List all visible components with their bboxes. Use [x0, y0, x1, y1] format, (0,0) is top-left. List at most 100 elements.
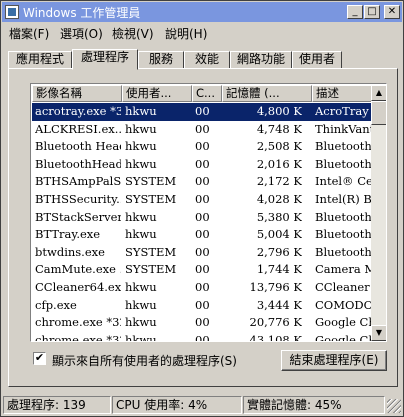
app-icon	[5, 5, 19, 19]
column-user[interactable]: 使用者...	[122, 85, 192, 102]
process-row[interactable]: BTTray.exe hkwu 00 5,004 K Bluetooth ...	[32, 226, 371, 244]
process-cpu: 00	[195, 315, 210, 330]
tab-applications[interactable]: 應用程式	[8, 51, 72, 69]
process-list[interactable]: 影像名稱 使用者... C... 記憶體 (... 描述 acrotray.ex…	[30, 83, 387, 342]
process-memory: 2,172 K	[256, 174, 302, 189]
process-name: Bluetooth Head...	[35, 139, 121, 154]
process-user: hkwu	[125, 227, 157, 242]
show-all-users-label[interactable]: 顯示來自所有使用者的處理程序(S)	[52, 352, 237, 369]
menu-view[interactable]: 檢視(V)	[112, 25, 154, 42]
menu-help[interactable]: 說明(H)	[165, 25, 207, 42]
process-user: hkwu	[125, 332, 157, 342]
process-row[interactable]: chrome.exe *32 hkwu 00 20,776 K Google Ch...	[32, 314, 371, 332]
process-cpu: 00	[195, 227, 210, 242]
tab-performance[interactable]: 效能	[184, 51, 230, 69]
menu-bar: 檔案(F) 選項(O) 檢視(V) 說明(H)	[2, 23, 402, 41]
process-row[interactable]: cfp.exe hkwu 00 3,444 K COMODO ...	[32, 297, 371, 315]
window-title: Windows 工作管理員	[23, 6, 141, 20]
title-bar[interactable]: Windows 工作管理員 _ □ ✕	[2, 2, 402, 22]
maximize-button[interactable]: □	[364, 5, 380, 19]
process-name: acrotray.exe *32	[35, 104, 121, 118]
column-description[interactable]: 描述	[312, 85, 372, 102]
process-cpu: 00	[195, 332, 210, 342]
process-cpu: 00	[195, 209, 210, 224]
process-row[interactable]: BTHSAmpPalS... SYSTEM 00 2,172 K Intel® Cen.…	[32, 173, 371, 191]
process-user: SYSTEM	[125, 174, 177, 189]
process-cpu: 00	[195, 156, 210, 171]
tab-users[interactable]: 使用者	[292, 51, 342, 69]
process-row[interactable]: BluetoothHead... hkwu 00 2,016 K Bluetooth .…	[32, 156, 371, 174]
process-name: BTStackServer....	[35, 209, 121, 224]
tab-networking[interactable]: 網路功能	[230, 51, 292, 69]
process-cpu: 00	[195, 297, 210, 312]
scroll-down-button[interactable]: ▼	[371, 325, 386, 341]
process-description: AcroTray	[315, 104, 369, 118]
process-description: Camera M...	[315, 262, 371, 277]
process-name: BTTray.exe	[35, 227, 101, 242]
process-user: hkwu	[125, 297, 157, 312]
end-process-button[interactable]: 結束處理程序(E)	[281, 350, 387, 371]
column-image-name[interactable]: 影像名稱	[32, 85, 122, 102]
process-row[interactable]: ALCKRESI.ex... hkwu 00 4,748 K ThinkVant...	[32, 121, 371, 139]
process-row[interactable]: BTHSSecurity... SYSTEM 00 4,028 K Intel(R) B…	[32, 191, 371, 209]
process-name: ALCKRESI.ex...	[35, 121, 121, 136]
process-name: chrome.exe *32	[35, 315, 121, 330]
process-description: Bluetooth ...	[315, 227, 371, 242]
process-memory: 5,004 K	[256, 227, 302, 242]
process-memory: 2,508 K	[256, 139, 302, 154]
column-cpu[interactable]: C...	[192, 85, 222, 102]
process-user: hkwu	[125, 156, 157, 171]
resize-grip[interactable]	[387, 399, 401, 413]
vertical-scrollbar[interactable]: ▲ ▼	[371, 85, 386, 341]
process-name: CCleaner64.exe	[35, 280, 121, 294]
process-description: Intel(R) Bl...	[315, 192, 371, 206]
column-memory[interactable]: 記憶體 (...	[222, 85, 312, 102]
scroll-thumb[interactable]	[371, 101, 386, 125]
process-user: hkwu	[125, 280, 157, 294]
process-user: hkwu	[125, 139, 157, 154]
process-user: hkwu	[125, 104, 157, 118]
process-description: ThinkVant...	[315, 121, 371, 136]
close-button[interactable]: ✕	[384, 5, 400, 19]
process-row[interactable]: Bluetooth Head... hkwu 00 2,508 K Bluetooth …	[32, 138, 371, 156]
process-cpu: 00	[195, 280, 210, 294]
process-memory: 4,800 K	[256, 104, 302, 118]
process-cpu: 00	[195, 104, 210, 118]
tab-strip: 應用程式 處理程序 服務 效能 網路功能 使用者	[8, 49, 398, 70]
process-memory: 1,744 K	[256, 262, 302, 277]
process-user: hkwu	[125, 315, 157, 330]
process-name: BluetoothHead...	[35, 156, 121, 171]
status-process-count: 處理程序: 139	[3, 396, 111, 414]
process-description: Google Ch...	[315, 315, 371, 330]
process-cpu: 00	[195, 262, 210, 277]
tab-services[interactable]: 服務	[138, 51, 184, 69]
process-row[interactable]: btwdins.exe SYSTEM 00 2,796 K Bluetooth ...	[32, 244, 371, 262]
minimize-button[interactable]: _	[347, 5, 363, 19]
tab-processes[interactable]: 處理程序	[72, 49, 138, 70]
task-manager-window: Windows 工作管理員 _ □ ✕ 檔案(F) 選項(O) 檢視(V) 說明…	[0, 0, 404, 417]
process-description: Google Ch...	[315, 332, 371, 342]
process-row[interactable]: chrome.exe *32 hkwu 00 43,108 K Google Ch...	[32, 332, 371, 342]
process-name: btwdins.exe	[35, 244, 105, 259]
show-all-users-checkbox[interactable]: ✔	[33, 352, 46, 365]
menu-options[interactable]: 選項(O)	[60, 25, 103, 42]
menu-file[interactable]: 檔案(F)	[9, 25, 49, 42]
process-cpu: 00	[195, 139, 210, 154]
process-row[interactable]: acrotray.exe *32 hkwu 00 4,800 K AcroTray	[32, 103, 371, 121]
process-row[interactable]: BTStackServer.... hkwu 00 5,380 K Bluetooth …	[32, 209, 371, 227]
process-description: Intel® Cen...	[315, 174, 371, 189]
process-description: Bluetooth ...	[315, 156, 371, 171]
process-row[interactable]: CCleaner64.exe hkwu 00 13,796 K CCleaner	[32, 279, 371, 297]
process-cpu: 00	[195, 192, 210, 206]
process-name: BTHSSecurity...	[35, 192, 121, 206]
process-row[interactable]: CamMute.exe ... SYSTEM 00 1,744 K Camera M..…	[32, 261, 371, 279]
process-description: Bluetooth ...	[315, 209, 371, 224]
status-bar: 處理程序: 139 CPU 使用率: 4% 實體記憶體: 45%	[2, 395, 402, 415]
process-memory: 2,016 K	[256, 156, 302, 171]
process-description: Bluetooth ...	[315, 244, 371, 259]
process-cpu: 00	[195, 244, 210, 259]
process-user: hkwu	[125, 121, 157, 136]
process-memory: 4,748 K	[256, 121, 302, 136]
scroll-up-button[interactable]: ▲	[371, 85, 386, 101]
status-cpu-usage: CPU 使用率: 4%	[112, 396, 242, 414]
